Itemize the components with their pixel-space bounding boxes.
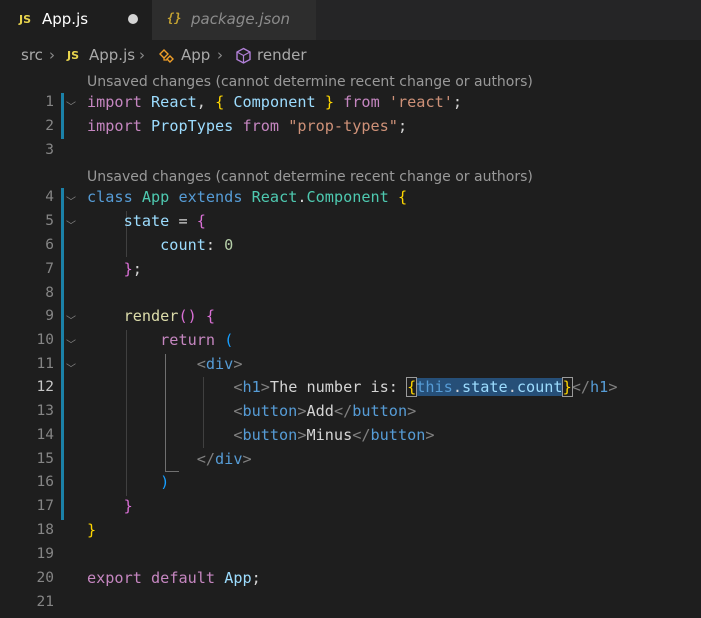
- line-number: 8: [45, 285, 54, 301]
- line-number: 2: [45, 118, 54, 134]
- line-number: 3: [45, 142, 54, 158]
- breadcrumb-file[interactable]: App.js: [89, 46, 135, 64]
- code-line-12: <h1>The number is: {this.state.count}</h…: [233, 377, 618, 397]
- line-number: 13: [36, 403, 54, 419]
- gutter-modified-indicator: [61, 93, 64, 139]
- chevron-down-icon[interactable]: ﹀: [66, 312, 76, 327]
- line-number: 4: [45, 189, 54, 205]
- chevron-right-icon: ›: [217, 46, 223, 64]
- line-number: 1: [45, 94, 54, 110]
- tab-bar: JS App.js {} package.json: [0, 0, 701, 40]
- code-line-7: };: [123, 260, 142, 278]
- code-line-5: state = {: [123, 212, 206, 230]
- line-number: 15: [36, 451, 54, 467]
- line-number: 7: [45, 261, 54, 277]
- chevron-right-icon: ›: [49, 46, 55, 64]
- breadcrumb: src › JS App.js › App › render: [0, 40, 701, 72]
- code-line-2: import PropTypes from "prop-types";: [87, 117, 408, 135]
- line-number: 18: [36, 522, 54, 538]
- line-number: 21: [36, 594, 54, 610]
- class-icon: [159, 49, 174, 63]
- line-number: 9: [45, 308, 54, 324]
- code-editor[interactable]: Unsaved changes (cannot determine recent…: [0, 72, 701, 618]
- code-line-1: import React, { Component } from 'react'…: [87, 93, 463, 111]
- method-icon: [236, 47, 251, 64]
- code-line-4: class App extends React.Component {: [87, 188, 408, 206]
- javascript-file-icon: JS: [19, 13, 32, 26]
- breadcrumb-class[interactable]: App: [181, 46, 210, 64]
- tab-label: package.json: [191, 10, 291, 28]
- line-number-current: 12: [36, 379, 54, 395]
- line-number: 19: [36, 546, 54, 562]
- code-line-18: }: [87, 521, 97, 539]
- javascript-file-icon: JS: [67, 49, 80, 62]
- chevron-down-icon[interactable]: ﹀: [66, 336, 76, 351]
- tab-app-js[interactable]: JS App.js: [0, 0, 152, 40]
- indent-guide-active: [165, 471, 179, 472]
- codelens-unsaved[interactable]: Unsaved changes (cannot determine recent…: [87, 74, 533, 90]
- code-line-17: }: [123, 497, 133, 515]
- code-line-9: render() {: [123, 307, 216, 325]
- code-line-20: export default App;: [87, 569, 261, 587]
- breadcrumb-method[interactable]: render: [257, 46, 307, 64]
- code-line-15: </div>: [196, 450, 252, 468]
- line-number: 5: [45, 213, 54, 229]
- line-number: 20: [36, 570, 54, 586]
- line-number: 11: [36, 356, 54, 372]
- code-line-16: ): [160, 473, 170, 491]
- code-line-14: <button>Minus</button>: [233, 426, 435, 444]
- tab-label: App.js: [42, 10, 89, 28]
- code-line-11: <div>: [196, 355, 243, 373]
- chevron-down-icon[interactable]: ﹀: [66, 217, 76, 232]
- code-line-6: count: 0: [160, 236, 234, 254]
- line-number: 14: [36, 427, 54, 443]
- chevron-down-icon[interactable]: ﹀: [66, 360, 76, 375]
- gutter-modified-indicator: [61, 188, 64, 520]
- line-number: 10: [36, 332, 54, 348]
- breadcrumb-folder[interactable]: src: [21, 46, 43, 64]
- code-line-13: <button>Add</button>: [233, 402, 417, 420]
- line-number: 17: [36, 498, 54, 514]
- chevron-down-icon[interactable]: ﹀: [66, 193, 76, 208]
- chevron-down-icon[interactable]: ﹀: [66, 98, 76, 113]
- codelens-unsaved[interactable]: Unsaved changes (cannot determine recent…: [87, 169, 533, 185]
- unsaved-dot-icon[interactable]: [128, 14, 138, 24]
- line-number: 16: [36, 474, 54, 490]
- chevron-right-icon: ›: [139, 46, 145, 64]
- line-number: 6: [45, 237, 54, 253]
- json-file-icon: {}: [167, 11, 182, 25]
- tab-package-json[interactable]: {} package.json: [152, 0, 316, 40]
- code-line-10: return (: [160, 331, 234, 349]
